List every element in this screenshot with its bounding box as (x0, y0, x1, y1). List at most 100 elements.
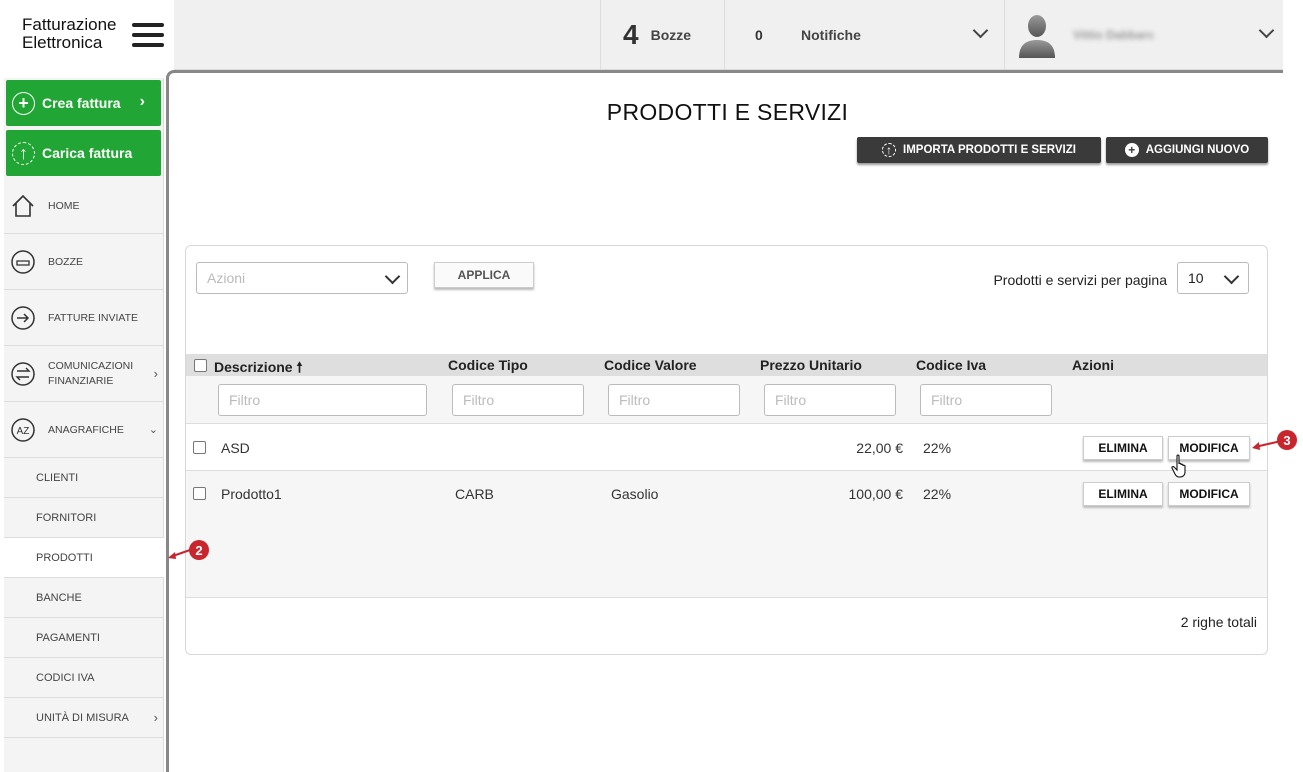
hand-pointer-cursor-icon (1171, 454, 1191, 483)
user-name: Vittio Dabbarc (1073, 28, 1155, 42)
annotation-marker-3: 3 (1277, 430, 1297, 450)
sidebar-item-label: BOZZE (48, 255, 84, 268)
notifications-count: 0 (755, 27, 763, 43)
sent-arrow-icon (10, 305, 36, 331)
apply-button[interactable]: APPLICA (434, 262, 534, 288)
az-icon: AZ (10, 417, 36, 443)
filter-prezzo-input[interactable]: Filtro (764, 384, 896, 416)
app-logo[interactable]: Fatturazione Elettronica (22, 16, 117, 52)
home-icon (10, 193, 36, 219)
bulk-actions-select[interactable]: Azioni (196, 262, 408, 294)
row-checkbox[interactable] (193, 487, 206, 500)
modifica-button[interactable]: MODIFICA (1168, 482, 1250, 506)
upload-arrow-icon: ↑ (12, 141, 35, 165)
sidebar-subitem-label: CLIENTI (36, 471, 79, 484)
sidebar-item-label: ANAGRAFICHE (48, 423, 124, 436)
chevron-down-icon[interactable] (1258, 22, 1275, 39)
per-page-label: Prodotti e servizi per pagina (993, 272, 1167, 288)
sidebar-item-label: HOME (48, 199, 80, 212)
carica-fattura-button[interactable]: ↑ Carica fattura (6, 130, 161, 176)
elimina-button[interactable]: ELIMINA (1083, 482, 1163, 506)
filter-codice-valore-input[interactable]: Filtro (608, 384, 740, 416)
column-header-azioni: Azioni (1072, 357, 1114, 373)
products-table-card: Azioni APPLICA Prodotti e servizi per pa… (185, 245, 1268, 655)
add-new-button[interactable]: + AGGIUNGI NUOVO (1106, 137, 1268, 163)
add-button-label: AGGIUNGI NUOVO (1145, 144, 1250, 156)
cell-descrizione: Prodotto1 (221, 486, 282, 502)
sidebar-subitem-label: CODICI IVA (36, 671, 95, 684)
sidebar-subitem-codici-iva[interactable]: CODICI IVA (4, 658, 164, 698)
import-button-label: IMPORTA PRODOTTI E SERVIZI (903, 144, 1076, 156)
cell-codice-iva: 22% (923, 440, 952, 456)
column-header-codice-tipo[interactable]: Codice Tipo (448, 357, 528, 373)
logo-area: Fatturazione Elettronica (0, 0, 174, 70)
plus-circle-icon: + (1124, 143, 1139, 157)
filter-codice-tipo-input[interactable]: Filtro (452, 384, 584, 416)
sidebar-subitem-label: UNITÀ DI MISURA (36, 711, 129, 724)
top-header: Fatturazione Elettronica 4 Bozze 0 Notif… (0, 0, 1283, 70)
per-page-select[interactable]: 10 (1177, 262, 1249, 294)
sidebar-subitem-label: PRODOTTI (36, 551, 93, 564)
table-row[interactable]: Prodotto1 CARB Gasolio 100,00 € 22% ELIM… (186, 471, 1267, 517)
per-page-value: 10 (1188, 270, 1204, 286)
import-products-button[interactable]: ↑ IMPORTA PRODOTTI E SERVIZI (857, 137, 1101, 163)
filter-row: Filtro Filtro Filtro Filtro Filtro (186, 376, 1267, 424)
table-row[interactable]: ASD 22,00 € 22% ELIMINA MODIFICA (186, 425, 1267, 471)
sidebar-subitem-label: BANCHE (36, 591, 82, 604)
sidebar-item-label: COMUNICAZIONI FINANZIARIE (48, 359, 134, 387)
elimina-button[interactable]: ELIMINA (1083, 436, 1163, 460)
filter-descrizione-input[interactable]: Filtro (218, 384, 427, 416)
logo-line-1: Fatturazione (22, 15, 117, 34)
avatar-icon (1017, 12, 1057, 58)
chevron-down-icon (1223, 268, 1240, 285)
plus-icon: + (12, 91, 35, 115)
sidebar-item-home[interactable]: HOME (4, 178, 164, 234)
header-notifications[interactable]: 0 Notifiche (724, 0, 1004, 70)
cell-descrizione: ASD (221, 440, 250, 456)
table-header-row: Descrizione 🠕 Codice Tipo Codice Valore … (186, 354, 1267, 376)
main-panel: PRODOTTI E SERVIZI ↑ IMPORTA PRODOTTI E … (166, 70, 1283, 772)
sidebar-subitem-label: PAGAMENTI (36, 631, 100, 644)
sidebar-subitem-prodotti[interactable]: PRODOTTI (4, 538, 164, 578)
sidebar-subitem-unita-misura[interactable]: UNITÀ DI MISURA › (4, 698, 164, 738)
annotation-marker-2: 2 (189, 540, 209, 560)
chevron-down-icon (384, 268, 401, 285)
cell-codice-tipo: CARB (455, 486, 494, 502)
header-bozze[interactable]: 4 Bozze (600, 0, 724, 70)
svg-text:AZ: AZ (17, 426, 30, 437)
carica-fattura-label: Carica fattura (42, 145, 133, 161)
column-header-codice-iva[interactable]: Codice Iva (916, 357, 986, 373)
page-title: PRODOTTI E SERVIZI (606, 99, 849, 125)
logo-line-2: Elettronica (22, 33, 103, 52)
sidebar-subitem-fornitori[interactable]: FORNITORI (4, 498, 164, 538)
sidebar-item-label: FATTURE INVIATE (48, 311, 139, 324)
row-checkbox[interactable] (193, 441, 206, 454)
chevron-down-icon[interactable] (972, 22, 989, 39)
notifications-label: Notifiche (801, 27, 861, 43)
sidebar-subitem-label: FORNITORI (36, 511, 97, 524)
sidebar-subitem-banche[interactable]: BANCHE (4, 578, 164, 618)
crea-fattura-button[interactable]: + Crea fattura › (6, 80, 161, 126)
total-rows-count: 2 righe totali (1180, 614, 1257, 630)
bozze-count: 4 (623, 19, 639, 50)
sidebar-item-fatture-inviate[interactable]: FATTURE INVIATE (4, 290, 164, 346)
filter-codice-iva-input[interactable]: Filtro (920, 384, 1052, 416)
column-header-prezzo-unitario[interactable]: Prezzo Unitario (760, 357, 862, 373)
cell-codice-iva: 22% (923, 486, 952, 502)
app-window: Fatturazione Elettronica 4 Bozze 0 Notif… (0, 0, 1303, 772)
header-user-menu[interactable]: Vittio Dabbarc (1004, 0, 1283, 70)
chevron-right-icon: › (153, 710, 158, 725)
bozze-label: Bozze (650, 27, 692, 43)
sidebar-subitem-pagamenti[interactable]: PAGAMENTI (4, 618, 164, 658)
column-header-codice-valore[interactable]: Codice Valore (604, 357, 697, 373)
bulk-actions-placeholder: Azioni (207, 270, 246, 286)
hamburger-menu-icon[interactable] (132, 23, 164, 47)
sidebar-item-anagrafiche[interactable]: AZ ANAGRAFICHE ⌄ (4, 402, 164, 458)
sidebar-item-bozze[interactable]: BOZZE (4, 234, 164, 290)
chevron-right-icon: › (139, 93, 145, 110)
select-all-checkbox[interactable] (194, 359, 207, 372)
cell-codice-valore: Gasolio (611, 486, 659, 502)
sidebar-item-comunicazioni[interactable]: COMUNICAZIONI FINANZIARIE › (4, 346, 164, 402)
crea-fattura-label: Crea fattura (42, 95, 121, 111)
sidebar-subitem-clienti[interactable]: CLIENTI (4, 458, 164, 498)
